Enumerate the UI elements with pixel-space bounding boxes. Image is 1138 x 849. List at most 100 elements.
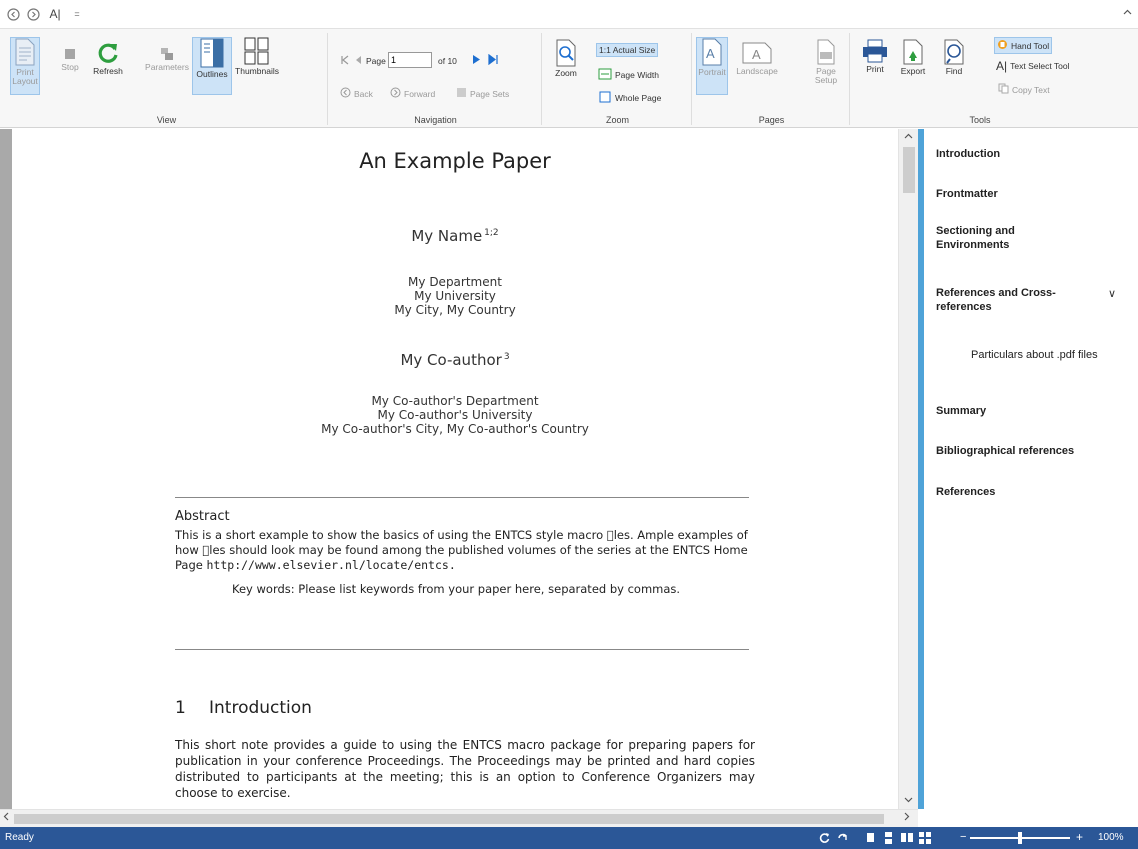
abstract-bottom-rule bbox=[175, 649, 749, 650]
text-cursor-icon: A| bbox=[996, 59, 1008, 73]
pages-group-label: Pages bbox=[758, 115, 785, 125]
first-page-button[interactable] bbox=[340, 55, 350, 65]
print-layout-button[interactable]: Print Layout bbox=[10, 37, 40, 95]
section-body-text: This short note provides a guide to usin… bbox=[175, 738, 755, 800]
page-setup-icon bbox=[815, 39, 837, 65]
find-icon bbox=[943, 39, 965, 65]
outline-item-sectioning[interactable]: Sectioning and Environments bbox=[936, 224, 1086, 252]
scroll-left-icon[interactable] bbox=[3, 812, 9, 824]
forward-icon bbox=[390, 87, 401, 100]
author-affiliation: My Department My University My City, My … bbox=[394, 275, 516, 317]
coauthor-affiliation: My Co-author's Department My Co-author's… bbox=[321, 394, 589, 436]
portrait-icon: A bbox=[701, 38, 723, 66]
horizontal-scrollbar[interactable] bbox=[0, 809, 918, 827]
refresh-view-icon[interactable] bbox=[836, 831, 849, 844]
keywords: Key words: Please list keywords from you… bbox=[232, 582, 681, 596]
outline-item-introduction[interactable]: Introduction bbox=[936, 147, 1121, 161]
outline-item-bibliographical[interactable]: Bibliographical references bbox=[936, 444, 1131, 458]
export-icon bbox=[902, 39, 924, 65]
hand-icon bbox=[997, 39, 1008, 52]
copy-text-button[interactable]: Copy Text bbox=[998, 83, 1050, 96]
two-page-icon[interactable] bbox=[900, 831, 913, 844]
navigation-group: Page of 10 Back Forward Page Sets Naviga… bbox=[330, 33, 542, 125]
forward-button[interactable]: Forward bbox=[390, 87, 435, 100]
paper-title: An Example Paper bbox=[359, 149, 551, 173]
abstract-heading: Abstract bbox=[175, 509, 230, 524]
page-width-button[interactable]: Page Width bbox=[598, 68, 659, 82]
scroll-up-icon[interactable] bbox=[904, 131, 913, 141]
section-heading: 1 Introduction bbox=[175, 698, 312, 718]
page-setup-button[interactable]: Page Setup bbox=[808, 39, 844, 85]
back-icon bbox=[340, 87, 351, 100]
page-width-icon bbox=[598, 68, 612, 82]
page-label: Page bbox=[366, 56, 386, 66]
zoom-icon bbox=[555, 39, 577, 67]
whole-page-button[interactable]: Whole Page bbox=[598, 91, 661, 105]
horizontal-scroll-thumb[interactable] bbox=[14, 814, 884, 824]
print-layout-icon bbox=[14, 38, 36, 66]
landscape-button[interactable]: A Landscape bbox=[734, 41, 780, 76]
zoom-button[interactable]: Zoom bbox=[548, 39, 584, 78]
thumbnails-icon bbox=[244, 37, 270, 65]
hand-tool-button[interactable]: Hand Tool bbox=[994, 37, 1053, 54]
landscape-icon: A bbox=[742, 41, 772, 65]
scroll-down-icon[interactable] bbox=[904, 795, 913, 805]
outline-item-summary[interactable]: Summary bbox=[936, 404, 1121, 418]
outline-item-references-cross[interactable]: References and Cross-references bbox=[936, 286, 1101, 314]
outline-item-frontmatter[interactable]: Frontmatter bbox=[936, 187, 1121, 201]
page-sets-button[interactable]: Page Sets bbox=[456, 87, 509, 100]
text-select-icon[interactable]: A| bbox=[46, 7, 64, 21]
text-select-tool-button[interactable]: A| Text Select Tool bbox=[996, 59, 1070, 73]
collapse-ribbon-icon[interactable] bbox=[1123, 6, 1132, 18]
outline-item-references[interactable]: References bbox=[936, 485, 1121, 499]
last-page-button[interactable] bbox=[488, 54, 499, 65]
status-text: Ready bbox=[5, 832, 34, 843]
svg-text:A: A bbox=[752, 47, 761, 62]
chevron-down-icon[interactable]: ∨ bbox=[1108, 287, 1116, 300]
forward-circle-icon[interactable] bbox=[26, 7, 40, 21]
zoom-in-icon[interactable]: + bbox=[1076, 830, 1083, 844]
zoom-percentage: 100% bbox=[1098, 832, 1124, 843]
coauthor-name: My Co-author 3 bbox=[400, 351, 510, 369]
outlines-icon bbox=[200, 38, 224, 68]
page-number-input[interactable] bbox=[388, 52, 432, 68]
stop-button[interactable]: Stop bbox=[56, 47, 84, 72]
printer-icon bbox=[862, 39, 888, 63]
next-page-button[interactable] bbox=[472, 54, 481, 65]
outlines-button[interactable]: Outlines bbox=[192, 37, 232, 95]
entcs-url[interactable]: http://www.elsevier.nl/locate/entcs. bbox=[207, 558, 456, 572]
customize-toolbar-icon[interactable]: = bbox=[70, 7, 84, 21]
continuous-page-icon[interactable] bbox=[882, 831, 895, 844]
page-margin-shadow bbox=[0, 129, 12, 809]
outline-panel: Introduction Frontmatter Sectioning and … bbox=[918, 129, 1138, 809]
zoom-slider[interactable] bbox=[970, 832, 1070, 844]
document-viewer[interactable]: An Example Paper My Name 1;2 My Departmen… bbox=[0, 129, 918, 809]
back-button[interactable]: Back bbox=[340, 87, 373, 100]
whole-page-icon bbox=[598, 91, 612, 105]
vertical-scrollbar[interactable] bbox=[898, 129, 918, 809]
scroll-right-icon[interactable] bbox=[904, 812, 910, 824]
zoom-out-icon[interactable]: − bbox=[960, 831, 966, 843]
export-button[interactable]: Export bbox=[898, 39, 928, 76]
zoom-slider-knob[interactable] bbox=[1018, 832, 1022, 844]
previous-page-button[interactable] bbox=[354, 55, 362, 65]
stop-icon bbox=[63, 47, 77, 61]
tools-group-label: Tools bbox=[969, 115, 991, 125]
multi-page-icon[interactable] bbox=[918, 831, 931, 844]
find-button[interactable]: Find bbox=[940, 39, 968, 76]
portrait-button[interactable]: A Portrait bbox=[696, 37, 728, 95]
ribbon: Print Layout Stop Refresh Parameters Out… bbox=[0, 28, 1138, 128]
refresh-button[interactable]: Refresh bbox=[90, 41, 126, 76]
thumbnails-button[interactable]: Thumbnails bbox=[234, 37, 280, 76]
parameters-button[interactable]: Parameters bbox=[144, 47, 190, 72]
back-circle-icon[interactable] bbox=[6, 7, 20, 21]
outline-subitem-pdf-files[interactable]: Particulars about .pdf files bbox=[971, 348, 1121, 362]
actual-size-button[interactable]: 1:1 Actual Size bbox=[596, 43, 659, 57]
zoom-group: Zoom 1:1 Actual Size Page Width Whole Pa… bbox=[544, 33, 692, 125]
svg-text:A: A bbox=[706, 46, 715, 61]
rotate-icon[interactable] bbox=[818, 831, 831, 844]
zoom-group-label: Zoom bbox=[605, 115, 629, 125]
vertical-scroll-thumb[interactable] bbox=[903, 147, 915, 193]
print-button[interactable]: Print bbox=[860, 39, 890, 74]
single-page-icon[interactable] bbox=[864, 831, 877, 844]
